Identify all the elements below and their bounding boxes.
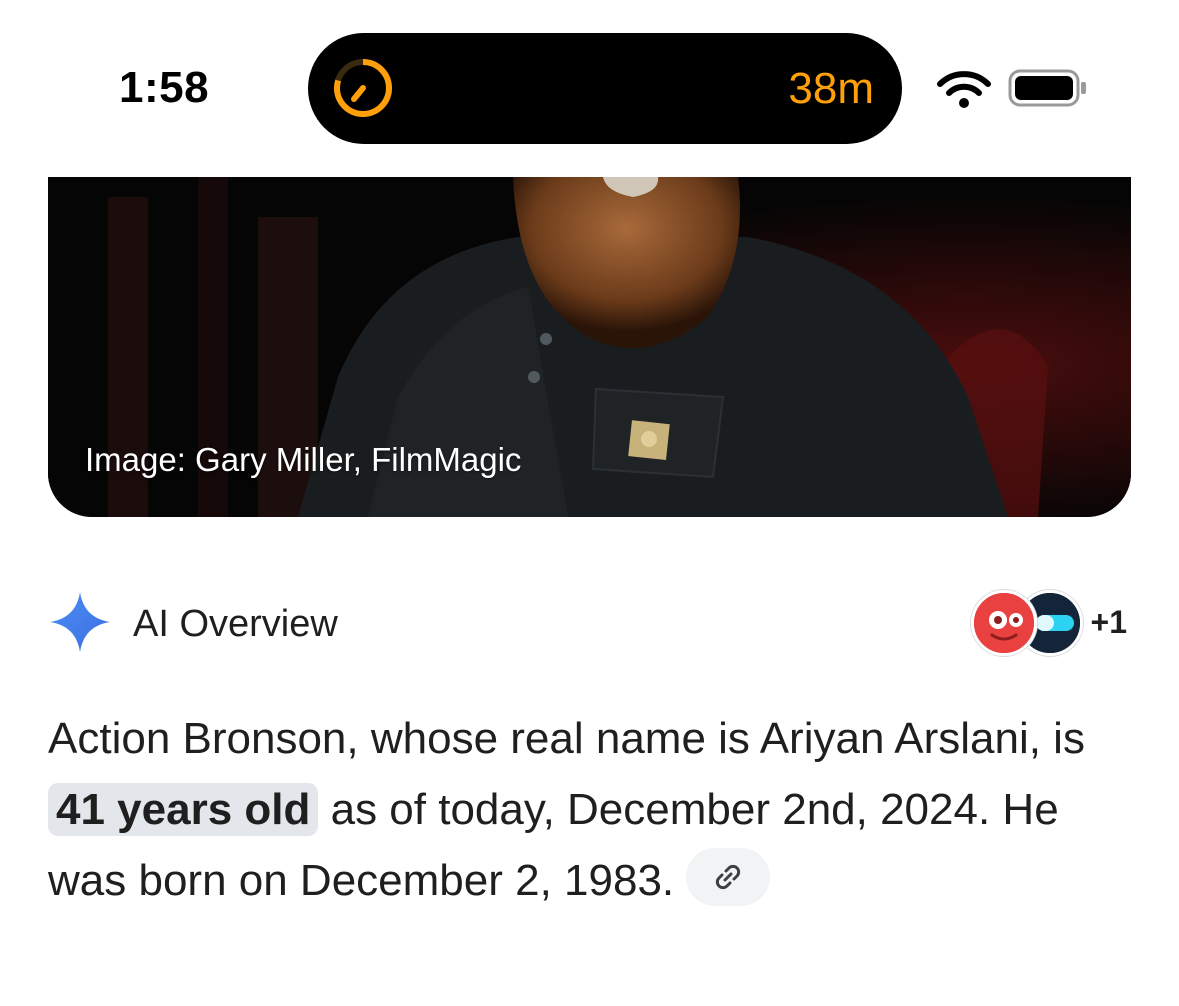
result-image[interactable]: Image: Gary Miller, FilmMagic: [48, 177, 1131, 517]
timer-remaining: 38m: [788, 64, 874, 113]
ai-overview-header: AI Overview +1: [48, 588, 1131, 658]
battery-icon: [1008, 69, 1086, 107]
source-link-button[interactable]: [686, 848, 771, 907]
answer-highlight: 41 years old: [48, 783, 319, 836]
status-time: 1:58: [119, 63, 210, 112]
status-bar: 1:58 38m: [0, 0, 1179, 170]
more-sources-count[interactable]: +1: [1091, 604, 1127, 640]
link-icon: [716, 865, 741, 890]
source-avatars[interactable]: +1: [971, 588, 1131, 656]
source-avatar-1[interactable]: [971, 590, 1037, 656]
answer-text-part1: Action Bronson, whose real name is Ariya…: [48, 714, 1085, 763]
ai-overview-title: AI Overview: [133, 603, 338, 645]
image-credit: Image: Gary Miller, FilmMagic: [85, 441, 522, 478]
search-result-page: 1:58 38m Image: Gary Miller, FilmMagic A…: [0, 0, 1179, 1006]
dynamic-island[interactable]: 38m: [308, 33, 902, 144]
red-face-icon: [974, 593, 1034, 653]
ai-overview-answer: Action Bronson, whose real name is Ariya…: [48, 703, 1131, 916]
timer-progress-icon: [334, 59, 392, 117]
wifi-icon: [937, 71, 991, 108]
sparkle-icon: [50, 592, 110, 652]
